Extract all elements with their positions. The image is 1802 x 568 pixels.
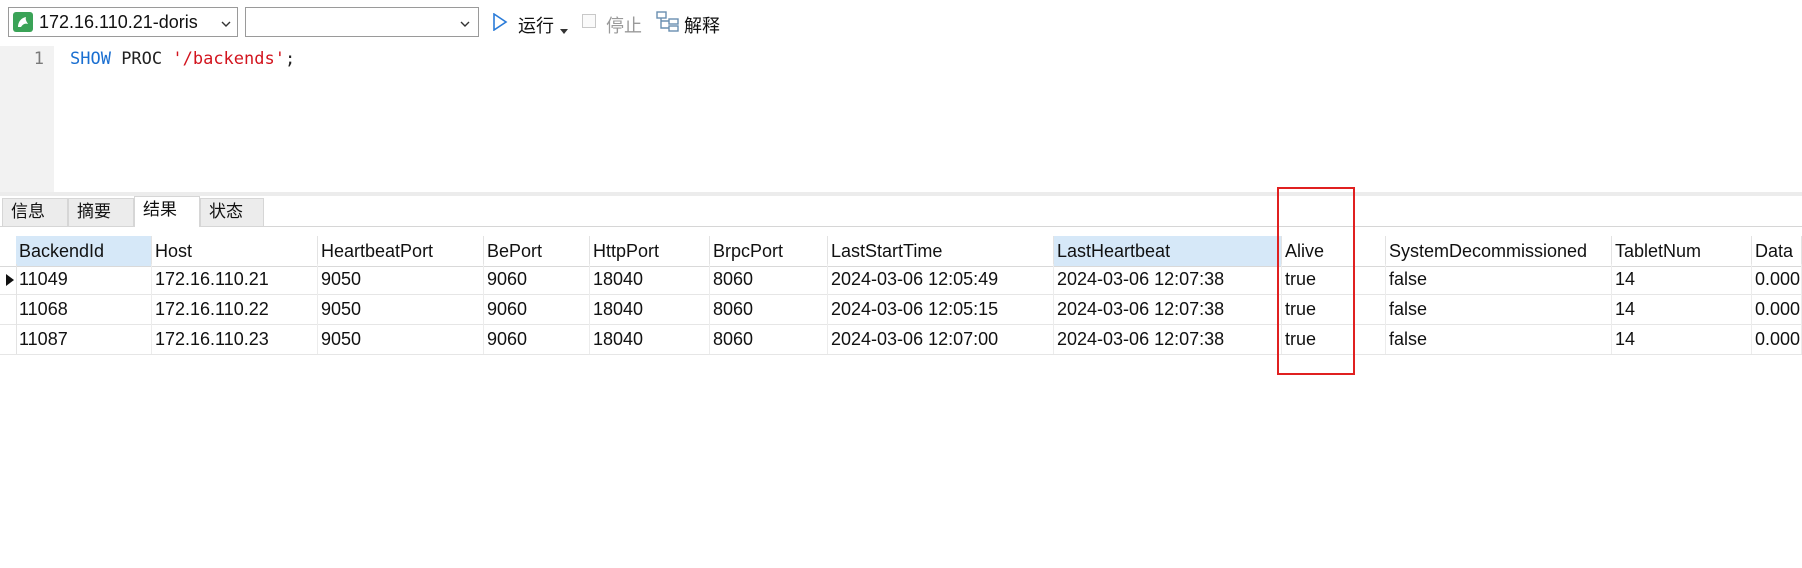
- table-row[interactable]: 11087 172.16.110.23 9050 9060 18040 8060…: [0, 324, 1802, 355]
- cell[interactable]: 2024-03-06 12:05:15: [828, 294, 1054, 324]
- cell[interactable]: 0.000: [1752, 324, 1802, 354]
- column-header[interactable]: BrpcPort: [710, 236, 828, 266]
- column-header[interactable]: Data: [1752, 236, 1802, 266]
- column-header[interactable]: TabletNum: [1612, 236, 1752, 266]
- column-header[interactable]: HeartbeatPort: [318, 236, 484, 266]
- tab-label: 状态: [209, 202, 243, 221]
- cell[interactable]: 8060: [710, 294, 828, 324]
- cell[interactable]: 2024-03-06 12:07:38: [1054, 264, 1282, 294]
- cell[interactable]: false: [1386, 324, 1612, 354]
- sql-keyword: SHOW: [70, 49, 111, 69]
- cell[interactable]: 2024-03-06 12:07:38: [1054, 324, 1282, 354]
- code-line[interactable]: SHOW PROC '/backends';: [70, 49, 295, 69]
- column-header[interactable]: LastStartTime: [828, 236, 1054, 266]
- cell[interactable]: 2024-03-06 12:07:38: [1054, 294, 1282, 324]
- column-header[interactable]: Alive: [1282, 236, 1386, 266]
- cell[interactable]: 172.16.110.21: [152, 264, 318, 294]
- tab-summary[interactable]: 摘要: [68, 198, 134, 226]
- column-header[interactable]: BackendId: [16, 236, 152, 266]
- cell[interactable]: 18040: [590, 294, 710, 324]
- sql-editor[interactable]: 1 SHOW PROC '/backends';: [0, 46, 1802, 192]
- cell[interactable]: 9050: [318, 264, 484, 294]
- tab-info[interactable]: 信息: [2, 198, 68, 226]
- result-tabs: 信息 摘要 结果 1 状态: [0, 196, 1802, 245]
- cell[interactable]: true: [1282, 324, 1386, 354]
- stop-label: 停止: [606, 16, 642, 36]
- row-header[interactable]: [0, 294, 17, 324]
- toolbar: 172.16.110.21-doris 运行 停止 解释: [0, 0, 1802, 46]
- cell[interactable]: 18040: [590, 324, 710, 354]
- cell[interactable]: 14: [1612, 264, 1752, 294]
- dolphin-db-icon: [13, 12, 33, 32]
- cell[interactable]: 9060: [484, 264, 590, 294]
- play-triangle-icon: [492, 12, 508, 36]
- cell[interactable]: true: [1282, 294, 1386, 324]
- current-row-arrow-icon: [6, 273, 14, 291]
- table-row[interactable]: 11068 172.16.110.22 9050 9060 18040 8060…: [0, 294, 1802, 325]
- cell[interactable]: 14: [1612, 294, 1752, 324]
- cell[interactable]: 14: [1612, 324, 1752, 354]
- cell[interactable]: false: [1386, 264, 1612, 294]
- column-header[interactable]: BePort: [484, 236, 590, 266]
- run-label: 运行: [518, 16, 554, 36]
- table-row[interactable]: 11049 172.16.110.21 9050 9060 18040 8060…: [0, 264, 1802, 295]
- cell[interactable]: 2024-03-06 12:07:00: [828, 324, 1054, 354]
- cell[interactable]: 18040: [590, 264, 710, 294]
- tab-result-1[interactable]: 结果 1: [134, 196, 200, 245]
- cell[interactable]: 0.000: [1752, 264, 1802, 294]
- connection-name: 172.16.110.21-doris: [39, 12, 198, 32]
- cell[interactable]: true: [1282, 264, 1386, 294]
- cell[interactable]: 9050: [318, 294, 484, 324]
- chevron-down-icon: [221, 16, 231, 27]
- sql-terminator: ;: [284, 49, 296, 69]
- cell[interactable]: 8060: [710, 264, 828, 294]
- row-header[interactable]: [0, 264, 17, 294]
- cell[interactable]: 11049: [16, 264, 152, 294]
- sql-text: PROC: [110, 49, 173, 69]
- result-grid[interactable]: BackendId Host HeartbeatPort BePort Http…: [0, 228, 1802, 568]
- column-header[interactable]: HttpPort: [590, 236, 710, 266]
- database-select[interactable]: [245, 7, 479, 37]
- cell[interactable]: false: [1386, 294, 1612, 324]
- cell[interactable]: 11068: [16, 294, 152, 324]
- cell[interactable]: 172.16.110.23: [152, 324, 318, 354]
- row-header[interactable]: [0, 324, 17, 354]
- column-header[interactable]: SystemDecommissioned: [1386, 236, 1612, 266]
- cell[interactable]: 11087: [16, 324, 152, 354]
- cell[interactable]: 0.000: [1752, 294, 1802, 324]
- cell[interactable]: 172.16.110.22: [152, 294, 318, 324]
- tab-status[interactable]: 状态: [200, 198, 264, 226]
- tab-label: 摘要: [77, 202, 111, 221]
- sql-string: '/backends': [172, 49, 285, 69]
- line-number-gutter: 1: [0, 46, 54, 192]
- stop-checkbox-icon: [582, 14, 596, 28]
- line-number: 1: [33, 49, 44, 69]
- chevron-down-icon: [460, 16, 470, 27]
- tab-label: 信息: [11, 202, 45, 221]
- explain-label: 解释: [684, 16, 720, 36]
- cell[interactable]: 8060: [710, 324, 828, 354]
- connection-select[interactable]: 172.16.110.21-doris: [8, 7, 238, 37]
- dropdown-caret-icon[interactable]: [560, 21, 568, 39]
- cell[interactable]: 9060: [484, 294, 590, 324]
- explain-tree-icon: [656, 11, 680, 38]
- cell[interactable]: 2024-03-06 12:05:49: [828, 264, 1054, 294]
- grid-header: BackendId Host HeartbeatPort BePort Http…: [0, 232, 1802, 267]
- cell[interactable]: 9060: [484, 324, 590, 354]
- column-header[interactable]: Host: [152, 236, 318, 266]
- column-header[interactable]: LastHeartbeat: [1054, 236, 1282, 266]
- cell[interactable]: 9050: [318, 324, 484, 354]
